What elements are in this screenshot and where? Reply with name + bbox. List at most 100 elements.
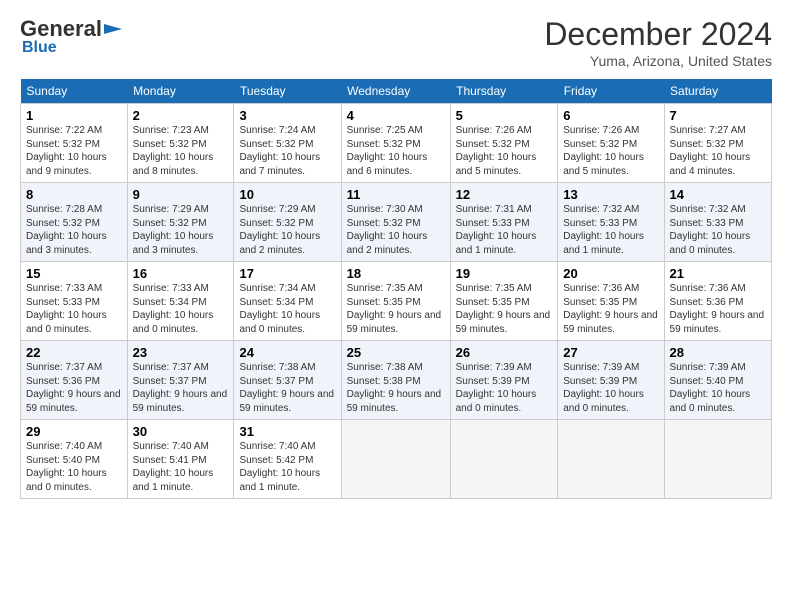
day-info: Sunrise: 7:37 AM Sunset: 5:36 PM Dayligh… [26, 361, 122, 415]
calendar-cell: 6 Sunrise: 7:26 AM Sunset: 5:32 PM Dayli… [558, 104, 664, 183]
day-number: 11 [347, 187, 445, 202]
calendar-cell: 30 Sunrise: 7:40 AM Sunset: 5:41 PM Dayl… [127, 420, 234, 499]
day-number: 25 [347, 345, 445, 360]
calendar-cell: 29 Sunrise: 7:40 AM Sunset: 5:40 PM Dayl… [21, 420, 128, 499]
calendar-cell: 19 Sunrise: 7:35 AM Sunset: 5:35 PM Dayl… [450, 262, 558, 341]
day-info: Sunrise: 7:24 AM Sunset: 5:32 PM Dayligh… [239, 124, 335, 178]
calendar-cell: 16 Sunrise: 7:33 AM Sunset: 5:34 PM Dayl… [127, 262, 234, 341]
calendar-cell: 24 Sunrise: 7:38 AM Sunset: 5:37 PM Dayl… [234, 341, 341, 420]
calendar-cell: 31 Sunrise: 7:40 AM Sunset: 5:42 PM Dayl… [234, 420, 341, 499]
day-number: 29 [26, 424, 122, 439]
day-number: 31 [239, 424, 335, 439]
col-header-friday: Friday [558, 79, 664, 104]
day-info: Sunrise: 7:26 AM Sunset: 5:32 PM Dayligh… [563, 124, 658, 178]
day-number: 21 [670, 266, 766, 281]
day-info: Sunrise: 7:29 AM Sunset: 5:32 PM Dayligh… [239, 203, 335, 257]
calendar-week-5: 29 Sunrise: 7:40 AM Sunset: 5:40 PM Dayl… [21, 420, 772, 499]
calendar-week-2: 8 Sunrise: 7:28 AM Sunset: 5:32 PM Dayli… [21, 183, 772, 262]
col-header-wednesday: Wednesday [341, 79, 450, 104]
day-info: Sunrise: 7:39 AM Sunset: 5:39 PM Dayligh… [563, 361, 658, 415]
calendar-cell [341, 420, 450, 499]
calendar-cell: 4 Sunrise: 7:25 AM Sunset: 5:32 PM Dayli… [341, 104, 450, 183]
calendar-week-4: 22 Sunrise: 7:37 AM Sunset: 5:36 PM Dayl… [21, 341, 772, 420]
day-number: 6 [563, 108, 658, 123]
calendar-table: SundayMondayTuesdayWednesdayThursdayFrid… [20, 79, 772, 499]
calendar-cell: 7 Sunrise: 7:27 AM Sunset: 5:32 PM Dayli… [664, 104, 771, 183]
col-header-saturday: Saturday [664, 79, 771, 104]
day-info: Sunrise: 7:36 AM Sunset: 5:35 PM Dayligh… [563, 282, 658, 336]
day-info: Sunrise: 7:30 AM Sunset: 5:32 PM Dayligh… [347, 203, 445, 257]
day-number: 4 [347, 108, 445, 123]
calendar-cell: 10 Sunrise: 7:29 AM Sunset: 5:32 PM Dayl… [234, 183, 341, 262]
col-header-tuesday: Tuesday [234, 79, 341, 104]
calendar-cell: 20 Sunrise: 7:36 AM Sunset: 5:35 PM Dayl… [558, 262, 664, 341]
day-info: Sunrise: 7:33 AM Sunset: 5:34 PM Dayligh… [133, 282, 229, 336]
col-header-sunday: Sunday [21, 79, 128, 104]
calendar-cell: 21 Sunrise: 7:36 AM Sunset: 5:36 PM Dayl… [664, 262, 771, 341]
day-number: 26 [456, 345, 553, 360]
calendar-cell: 1 Sunrise: 7:22 AM Sunset: 5:32 PM Dayli… [21, 104, 128, 183]
day-info: Sunrise: 7:39 AM Sunset: 5:40 PM Dayligh… [670, 361, 766, 415]
calendar-cell: 5 Sunrise: 7:26 AM Sunset: 5:32 PM Dayli… [450, 104, 558, 183]
day-info: Sunrise: 7:37 AM Sunset: 5:37 PM Dayligh… [133, 361, 229, 415]
calendar-cell [450, 420, 558, 499]
logo: General Blue [20, 16, 122, 57]
calendar-cell: 23 Sunrise: 7:37 AM Sunset: 5:37 PM Dayl… [127, 341, 234, 420]
logo-triangle-icon [104, 20, 122, 38]
day-info: Sunrise: 7:32 AM Sunset: 5:33 PM Dayligh… [670, 203, 766, 257]
calendar-cell: 28 Sunrise: 7:39 AM Sunset: 5:40 PM Dayl… [664, 341, 771, 420]
day-number: 7 [670, 108, 766, 123]
day-number: 9 [133, 187, 229, 202]
day-info: Sunrise: 7:28 AM Sunset: 5:32 PM Dayligh… [26, 203, 122, 257]
day-number: 14 [670, 187, 766, 202]
title-area: December 2024 Yuma, Arizona, United Stat… [544, 16, 772, 69]
day-number: 19 [456, 266, 553, 281]
location: Yuma, Arizona, United States [544, 53, 772, 69]
day-info: Sunrise: 7:34 AM Sunset: 5:34 PM Dayligh… [239, 282, 335, 336]
calendar-cell: 18 Sunrise: 7:35 AM Sunset: 5:35 PM Dayl… [341, 262, 450, 341]
day-info: Sunrise: 7:40 AM Sunset: 5:42 PM Dayligh… [239, 440, 335, 494]
day-info: Sunrise: 7:29 AM Sunset: 5:32 PM Dayligh… [133, 203, 229, 257]
month-title: December 2024 [544, 16, 772, 53]
day-info: Sunrise: 7:25 AM Sunset: 5:32 PM Dayligh… [347, 124, 445, 178]
calendar-cell: 17 Sunrise: 7:34 AM Sunset: 5:34 PM Dayl… [234, 262, 341, 341]
day-info: Sunrise: 7:27 AM Sunset: 5:32 PM Dayligh… [670, 124, 766, 178]
calendar-cell: 22 Sunrise: 7:37 AM Sunset: 5:36 PM Dayl… [21, 341, 128, 420]
calendar-cell [558, 420, 664, 499]
day-number: 1 [26, 108, 122, 123]
day-number: 16 [133, 266, 229, 281]
calendar-cell: 26 Sunrise: 7:39 AM Sunset: 5:39 PM Dayl… [450, 341, 558, 420]
calendar-cell: 8 Sunrise: 7:28 AM Sunset: 5:32 PM Dayli… [21, 183, 128, 262]
day-info: Sunrise: 7:36 AM Sunset: 5:36 PM Dayligh… [670, 282, 766, 336]
day-number: 15 [26, 266, 122, 281]
day-info: Sunrise: 7:39 AM Sunset: 5:39 PM Dayligh… [456, 361, 553, 415]
day-number: 20 [563, 266, 658, 281]
calendar-cell: 11 Sunrise: 7:30 AM Sunset: 5:32 PM Dayl… [341, 183, 450, 262]
day-number: 17 [239, 266, 335, 281]
day-number: 24 [239, 345, 335, 360]
day-info: Sunrise: 7:35 AM Sunset: 5:35 PM Dayligh… [347, 282, 445, 336]
calendar-cell: 27 Sunrise: 7:39 AM Sunset: 5:39 PM Dayl… [558, 341, 664, 420]
day-number: 10 [239, 187, 335, 202]
day-info: Sunrise: 7:23 AM Sunset: 5:32 PM Dayligh… [133, 124, 229, 178]
day-info: Sunrise: 7:32 AM Sunset: 5:33 PM Dayligh… [563, 203, 658, 257]
day-number: 8 [26, 187, 122, 202]
calendar-cell: 25 Sunrise: 7:38 AM Sunset: 5:38 PM Dayl… [341, 341, 450, 420]
calendar-cell: 14 Sunrise: 7:32 AM Sunset: 5:33 PM Dayl… [664, 183, 771, 262]
day-info: Sunrise: 7:26 AM Sunset: 5:32 PM Dayligh… [456, 124, 553, 178]
day-info: Sunrise: 7:22 AM Sunset: 5:32 PM Dayligh… [26, 124, 122, 178]
day-info: Sunrise: 7:33 AM Sunset: 5:33 PM Dayligh… [26, 282, 122, 336]
day-number: 5 [456, 108, 553, 123]
col-header-monday: Monday [127, 79, 234, 104]
day-number: 22 [26, 345, 122, 360]
header: General Blue December 2024 Yuma, Arizona… [20, 16, 772, 69]
calendar-cell: 13 Sunrise: 7:32 AM Sunset: 5:33 PM Dayl… [558, 183, 664, 262]
calendar-week-1: 1 Sunrise: 7:22 AM Sunset: 5:32 PM Dayli… [21, 104, 772, 183]
day-number: 27 [563, 345, 658, 360]
calendar-cell: 12 Sunrise: 7:31 AM Sunset: 5:33 PM Dayl… [450, 183, 558, 262]
calendar-cell: 15 Sunrise: 7:33 AM Sunset: 5:33 PM Dayl… [21, 262, 128, 341]
day-info: Sunrise: 7:38 AM Sunset: 5:37 PM Dayligh… [239, 361, 335, 415]
day-number: 12 [456, 187, 553, 202]
calendar-cell: 9 Sunrise: 7:29 AM Sunset: 5:32 PM Dayli… [127, 183, 234, 262]
col-header-thursday: Thursday [450, 79, 558, 104]
